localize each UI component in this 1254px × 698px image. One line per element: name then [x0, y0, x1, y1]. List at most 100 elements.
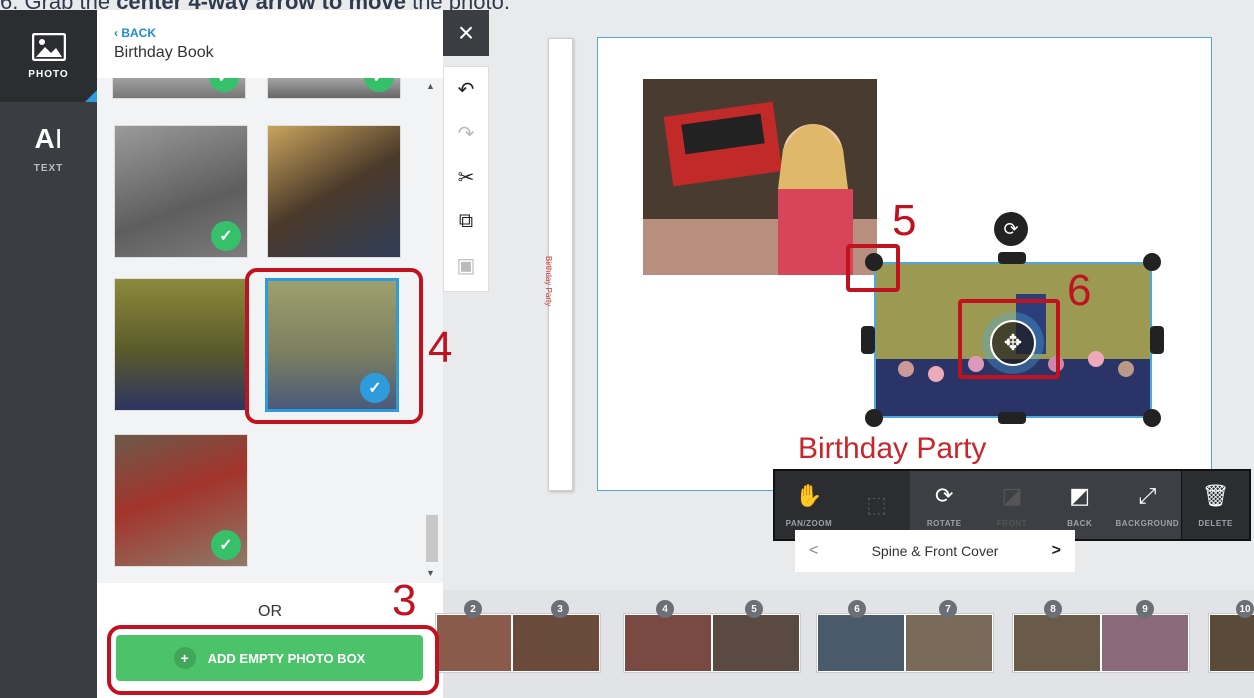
background-label: BACKGROUND	[1115, 518, 1180, 528]
delete-button[interactable]: 🗑 DELETE	[1181, 471, 1249, 539]
back-icon: ◩	[1069, 482, 1091, 508]
rotate-label: ROTATE	[926, 518, 962, 528]
resize-handle-bottom[interactable]	[998, 412, 1026, 424]
rotate-button[interactable]: ⟳ ROTATE	[910, 471, 979, 539]
prev-page-button[interactable]: <	[809, 542, 818, 560]
annotation-number-3: 3	[392, 576, 417, 625]
filmstrip-page	[513, 615, 599, 671]
rotate-handle[interactable]: ⟳	[994, 212, 1028, 246]
resize-handle-left[interactable]	[861, 326, 875, 354]
rail-photo-tab[interactable]: PHOTO	[0, 10, 97, 102]
expand-icon: ⤢	[1138, 482, 1157, 508]
resize-handle-bl[interactable]	[865, 409, 883, 427]
page-number-badge: 2	[464, 600, 482, 618]
rail-photo-label: PHOTO	[28, 68, 69, 80]
resize-handle-tr[interactable]	[1143, 253, 1161, 271]
crop-icon: ⬚	[866, 492, 887, 517]
annotation-box-5	[846, 244, 900, 292]
filmstrip-spread[interactable]	[623, 613, 801, 673]
page-number-badge: 4	[656, 600, 674, 618]
cover-caption[interactable]: Birthday Party	[798, 432, 986, 466]
scissors-icon: ✂	[457, 166, 475, 189]
check-icon: ✓	[364, 78, 394, 92]
background-button[interactable]: ⤢ BACKGROUND	[1113, 471, 1182, 539]
annotation-number-6: 6	[1067, 266, 1092, 315]
next-page-button[interactable]: >	[1052, 542, 1061, 560]
filmstrip-spread[interactable]	[435, 613, 601, 673]
spine-text: Birthday Party	[544, 256, 553, 307]
text-icon: AI	[34, 122, 63, 154]
photo-thumb[interactable]: ✓	[114, 125, 248, 258]
copy-button[interactable]: ⧉	[444, 203, 488, 239]
filmstrip-spread[interactable]	[816, 613, 994, 673]
page-navigator: < Spine & Front Cover >	[795, 530, 1075, 572]
annotation-box-4	[245, 268, 423, 424]
undo-button[interactable]: ↶	[444, 71, 488, 107]
annotation-number-5: 5	[892, 196, 917, 245]
filmstrip-page	[1210, 615, 1254, 671]
bring-front-button[interactable]: ◪ FRONT	[978, 471, 1046, 539]
send-back-button[interactable]: ◩ BACK	[1045, 471, 1114, 539]
back-link[interactable]: ‹ BACK	[114, 26, 156, 40]
copy-icon: ⧉	[458, 209, 474, 232]
annotation-box-3	[107, 625, 439, 695]
left-rail: PHOTO AI TEXT	[0, 10, 97, 698]
page-number-badge: 8	[1044, 600, 1062, 618]
filmstrip-page	[818, 615, 904, 671]
photo-thumb[interactable]: ✓	[114, 434, 248, 567]
cover-photo-image	[643, 79, 877, 275]
check-icon: ✓	[211, 221, 241, 251]
filmstrip-spread[interactable]	[1208, 613, 1254, 673]
active-indicator	[85, 90, 97, 102]
album-title: Birthday Book	[114, 44, 214, 61]
back-label: BACK	[121, 26, 157, 40]
cover-photo[interactable]	[643, 79, 877, 275]
trash-icon: 🗑	[1201, 482, 1230, 508]
photo-thumb[interactable]: ✓	[267, 78, 401, 99]
photo-icon	[31, 32, 66, 61]
delete-label: DELETE	[1198, 518, 1233, 528]
redo-icon: ↷	[457, 122, 475, 145]
cut-button[interactable]: ✂	[444, 159, 488, 195]
redo-button[interactable]: ↷	[444, 115, 488, 151]
check-icon: ✓	[209, 78, 239, 92]
filmstrip-page	[437, 615, 511, 671]
edit-tool-column: ↶ ↷ ✂ ⧉ ▣	[443, 66, 489, 292]
rail-text-tab[interactable]: AI TEXT	[0, 102, 97, 194]
page-number-badge: 6	[848, 600, 866, 618]
filmstrip-page	[625, 615, 711, 671]
photo-thumb[interactable]	[114, 278, 248, 411]
chevron-left-icon: ‹	[114, 26, 118, 40]
hand-icon: ✋	[795, 482, 823, 508]
page-number-badge: 9	[1136, 600, 1154, 618]
filmstrip-spread[interactable]	[1012, 613, 1190, 673]
photo-thumb[interactable]	[267, 125, 401, 258]
page-label: Spine & Front Cover	[871, 543, 999, 559]
page-number-badge: 7	[939, 600, 957, 618]
close-panel-button[interactable]: ×	[443, 10, 489, 56]
page-filmstrip: 2 3 4 5 6 7 8 9 10	[435, 590, 1254, 698]
resize-handle-br[interactable]	[1143, 409, 1161, 427]
book-spine[interactable]: Birthday Party	[544, 38, 573, 491]
paste-icon: ▣	[456, 254, 476, 277]
pan-zoom-button[interactable]: ✋ PAN/ZOOM	[775, 471, 843, 539]
resize-handle-right[interactable]	[1150, 326, 1164, 354]
paste-button[interactable]: ▣	[444, 247, 488, 283]
page-number-badge: 3	[551, 600, 569, 618]
pan-zoom-label: PAN/ZOOM	[785, 518, 833, 528]
rotate-icon: ⟳	[1003, 218, 1019, 239]
front-label: FRONT	[996, 518, 1027, 528]
crop-button[interactable]: ⬚	[843, 471, 911, 539]
scroll-thumb[interactable]	[426, 515, 438, 562]
filmstrip-page	[906, 615, 992, 671]
filmstrip-page	[713, 615, 799, 671]
scroll-down-icon[interactable]: ▼	[426, 568, 435, 578]
rail-text-label: TEXT	[33, 162, 64, 174]
scroll-up-icon[interactable]: ▲	[426, 81, 435, 91]
annotation-number-4: 4	[428, 323, 453, 372]
undo-icon: ↶	[457, 78, 475, 101]
front-icon: ◪	[1001, 482, 1023, 508]
resize-handle-top[interactable]	[998, 252, 1026, 264]
photo-thumb[interactable]: ✓	[112, 78, 246, 99]
back-label: BACK	[1067, 518, 1093, 528]
